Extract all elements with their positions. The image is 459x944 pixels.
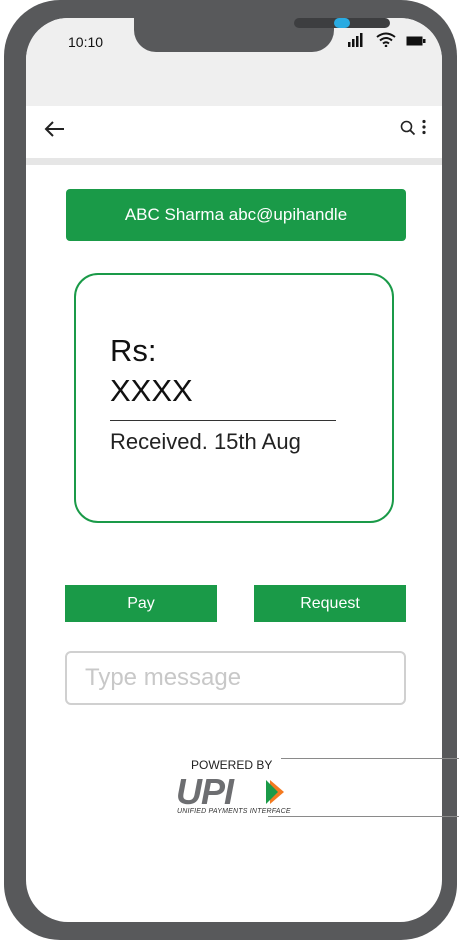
pay-button[interactable]: Pay bbox=[65, 585, 217, 622]
phone-frame: 10:10 ABC Sharma abc@upihandle Rs: XXXX … bbox=[4, 0, 457, 940]
transaction-status: Received. 15th Aug bbox=[110, 429, 301, 454]
arrow-left-icon[interactable] bbox=[44, 118, 66, 144]
currency-label: Rs: bbox=[110, 333, 157, 368]
message-input[interactable] bbox=[65, 651, 406, 705]
phone-notch bbox=[134, 18, 390, 52]
battery-icon bbox=[406, 34, 426, 52]
powered-by-label: POWERED BY bbox=[191, 758, 273, 772]
signal-icon bbox=[347, 33, 365, 52]
status-icons bbox=[347, 32, 426, 52]
callout-line-top bbox=[281, 758, 459, 759]
search-icon[interactable] bbox=[400, 120, 416, 141]
status-time: 10:10 bbox=[68, 34, 104, 50]
phone-screen: 10:10 ABC Sharma abc@upihandle Rs: XXXX … bbox=[26, 18, 442, 922]
payee-banner: ABC Sharma abc@upihandle bbox=[66, 189, 406, 241]
front-camera bbox=[334, 18, 350, 28]
request-button[interactable]: Request bbox=[254, 585, 406, 622]
transaction-card: Rs: XXXX Received. 15th Aug bbox=[74, 273, 394, 523]
amount-value: XXXX bbox=[110, 373, 193, 408]
card-divider bbox=[110, 420, 336, 421]
upi-logo-text: UPI bbox=[176, 774, 235, 808]
wifi-icon bbox=[375, 32, 396, 52]
app-bar-divider bbox=[26, 158, 442, 165]
app-bar bbox=[26, 106, 442, 158]
callout-line-bottom bbox=[268, 816, 459, 817]
upi-subtitle: UNIFIED PAYMENTS INTERFACE bbox=[177, 808, 291, 815]
more-vertical-icon[interactable] bbox=[422, 119, 426, 138]
